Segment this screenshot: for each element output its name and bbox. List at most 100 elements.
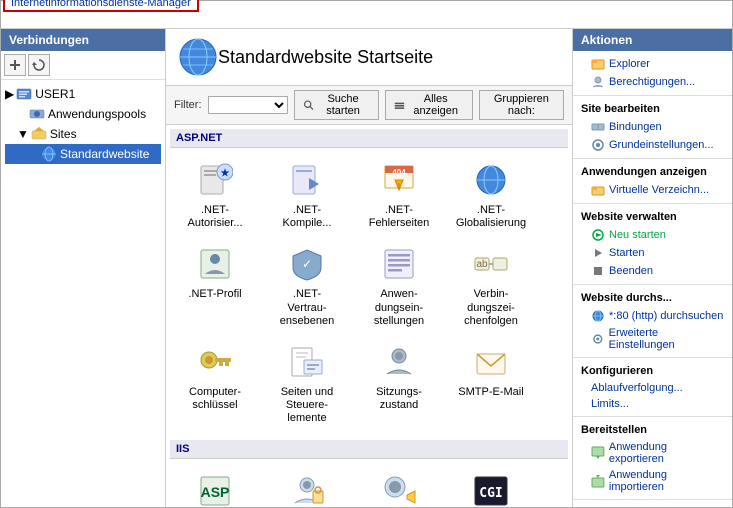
icon-net-trust[interactable]: ✓ .NET-Vertrau-ensebenen [262,238,352,334]
section-aspnet-header: ASP.NET [170,129,568,148]
action-group-edit-site-title: Site bearbeiten [573,100,732,118]
browse-icon [591,309,605,323]
sidebar-new-btn[interactable] [4,54,26,76]
action-import-label: Anwendung importieren [609,469,724,493]
filter-dropdown[interactable] [208,96,288,114]
action-explorer[interactable]: Explorer [573,55,732,73]
icon-net-errors-label: .NET-Fehlerseiten [369,204,430,230]
start-icon [591,246,605,260]
action-group-view-apps: Anwendungen anzeigen Virtuelle Verzeichn… [573,159,732,204]
window-title: Internetinformationsdienste-Manager [3,0,199,12]
icon-net-compile[interactable]: .NET-Kompile... [262,154,352,236]
icon-app-settings[interactable]: Anwen-dungsein-stellungen [354,238,444,334]
icon-pages[interactable]: Seiten undSteuere-lemente [262,336,352,432]
tree-area: ▶ USER1 Anwendungspools [1,80,165,507]
icon-session[interactable]: Sitzungs-zustand [354,336,444,432]
sidebar-refresh-btn[interactable] [28,54,50,76]
export-icon [591,446,605,460]
action-browse-80[interactable]: *:80 (http) durchsuchen [573,307,732,325]
icon-smtp[interactable]: SMTP-E-Mail [446,336,536,432]
filter-bar: Filter: Suche starten [166,86,572,125]
icon-cgi[interactable]: CGI CGI [446,465,536,508]
page-header: Standardwebsite Startseite [166,29,572,86]
icon-pages-label: Seiten undSteuere-lemente [281,386,334,426]
icon-machinekey[interactable]: Computer-schlüssel [170,336,260,432]
explorer-icon [591,57,605,71]
basic-settings-icon [591,138,605,152]
svg-text:404: 404 [392,168,406,177]
icon-net-global[interactable]: .NET-Globalisierung [446,154,536,236]
action-group-deploy-title: Bereitstellen [573,421,732,439]
icon-net-trust-label: .NET-Vertrau-ensebenen [280,288,334,328]
show-all-btn[interactable]: Alles anzeigen [385,90,473,120]
icon-connstr[interactable]: ab Verbin-dungszei-chenfolgen [446,238,536,334]
action-basic-settings[interactable]: Grundeinstellungen... [573,136,732,154]
tree-sites[interactable]: ▼ Sites [5,124,161,144]
icon-machinekey-label: Computer-schlüssel [189,386,241,412]
icon-net-global-label: .NET-Globalisierung [456,204,526,230]
action-explorer-label: Explorer [609,58,650,70]
action-limits[interactable]: Limits... [573,396,732,412]
tree-apppools-label: Anwendungspools [48,107,146,121]
search-start-btn[interactable]: Suche starten [294,90,379,120]
aspnet-icons-grid: ★ .NET-Autorisier... [170,154,568,432]
app-title-area: Internetinformationsdienste-Manager [1,1,732,29]
action-permissions[interactable]: Berechtigungen... [573,73,732,91]
action-group-config-title: Konfigurieren [573,362,732,380]
filter-label: Filter: [174,99,202,111]
action-bindings-label: Bindungen [609,121,662,133]
icon-asp[interactable]: ASP ASP [170,465,260,508]
sidebar-header: Verbindungen [1,29,165,51]
icon-net-auth-label: .NET-Autorisier... [187,204,242,230]
icons-container: ASP.NET ★ .NET-Au [166,125,572,507]
action-group-manage-title: Website verwalten [573,208,732,226]
group-label: Gruppieren nach: [488,93,555,117]
action-restart[interactable]: Neu starten [573,226,732,244]
action-group-edit-site: Site bearbeiten Bindungen Grundeinstellu… [573,96,732,159]
action-start-label: Starten [609,247,644,259]
sidebar: Verbindungen ▶ [1,29,166,507]
search-start-label: Suche starten [316,93,369,117]
tree-apppools[interactable]: Anwendungspools [5,104,161,124]
action-bindings[interactable]: Bindungen [573,118,732,136]
page-header-icon [178,37,218,77]
action-stop[interactable]: Beenden [573,262,732,280]
tree-root-arrow[interactable]: ▶ USER1 [5,84,161,104]
icon-net-errors[interactable]: 404 ! .NET-Fehlerseiten [354,154,444,236]
action-vdir-label: Virtuelle Verzeichn... [609,184,709,196]
action-group-manage: Website verwalten Neu starten Starten [573,204,732,285]
tree-standardwebsite[interactable]: Standardwebsite [5,144,161,164]
tree-sites-label: Sites [50,127,77,141]
action-export[interactable]: Anwendung exportieren [573,439,732,467]
show-all-label: Alles anzeigen [408,93,464,117]
actions-header: Aktionen [573,29,732,51]
import-icon [591,474,605,488]
permissions-icon [591,75,605,89]
icon-authz[interactable]: Autorisi-Regeln [354,465,444,508]
tree-standardwebsite-label: Standardwebsite [60,147,149,161]
action-start[interactable]: Starten [573,244,732,262]
action-trace[interactable]: Ablaufverfolgung... [573,380,732,396]
group-btn[interactable]: Gruppieren nach: [479,90,564,120]
action-group-deploy: Bereitstellen Anwendung exportieren Anwe… [573,417,732,500]
action-import[interactable]: Anwendung importieren [573,467,732,495]
main-content: Standardwebsite Startseite Filter: Suche… [166,29,572,507]
right-panel: Aktionen Explorer Berechtigungen... [572,29,732,507]
icon-net-profile[interactable]: .NET-Profil [170,238,260,334]
section-iis-header: IIS [170,440,568,459]
icon-net-auth[interactable]: ★ .NET-Autorisier... [170,154,260,236]
action-browse-80-label: *:80 (http) durchsuchen [609,310,723,322]
action-stop-label: Beenden [609,265,653,277]
action-group-browse: Website durchs... *:80 (http) durchsuche… [573,285,732,358]
action-group-view-apps-title: Anwendungen anzeigen [573,163,732,181]
bindings-icon [591,120,605,134]
action-ext-settings[interactable]: Erweiterte Einstellungen [573,325,732,353]
svg-text:ASP: ASP [201,484,230,500]
vdir-icon [591,183,605,197]
action-group-top: Explorer Berechtigungen... [573,51,732,96]
action-trace-label: Ablaufverfolgung... [591,382,683,394]
icon-auth[interactable]: Authenti... [262,465,352,508]
main-window: Internetinformationsdienste-Manager Verb… [0,0,733,508]
action-vdir[interactable]: Virtuelle Verzeichn... [573,181,732,199]
action-ext-settings-label: Erweiterte Einstellungen [609,327,724,351]
